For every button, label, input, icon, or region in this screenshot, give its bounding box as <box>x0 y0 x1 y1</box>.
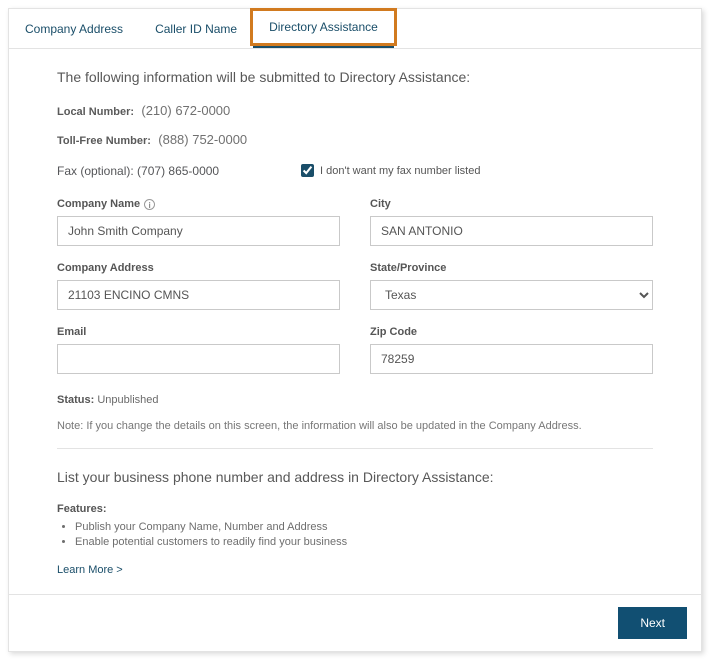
state-select[interactable]: Texas <box>370 280 653 310</box>
local-number-value: (210) 672-0000 <box>141 103 230 118</box>
info-icon[interactable]: i <box>144 199 155 210</box>
tab-directory-assistance-label: Directory Assistance <box>269 20 378 34</box>
fax-row: Fax (optional): (707) 865-0000 I don't w… <box>57 161 653 180</box>
tab-caller-id-name[interactable]: Caller ID Name <box>139 9 253 48</box>
zip-input[interactable] <box>370 344 653 374</box>
state-label: State/Province <box>370 262 446 274</box>
directory-assistance-panel: Company Address Caller ID Name Directory… <box>8 8 702 652</box>
next-button[interactable]: Next <box>618 607 687 639</box>
page-heading: The following information will be submit… <box>57 69 653 85</box>
status-line: Status: Unpublished <box>57 394 653 406</box>
zip-label: Zip Code <box>370 326 417 338</box>
status-label: Status: <box>57 394 94 406</box>
section2-heading: List your business phone number and addr… <box>57 469 653 485</box>
note-text: Note: If you change the details on this … <box>57 420 653 432</box>
fax-privacy-label: I don't want my fax number listed <box>320 165 480 177</box>
local-number-label: Local Number: <box>57 106 134 118</box>
fax-label: Fax (optional): <box>57 164 134 178</box>
features-label: Features: <box>57 503 653 515</box>
feature-item: Publish your Company Name, Number and Ad… <box>75 521 653 533</box>
tab-directory-assistance[interactable]: Directory Assistance <box>253 9 394 48</box>
form-col-left: Company Name i Company Address Email <box>57 198 340 390</box>
email-label: Email <box>57 326 86 338</box>
company-address-label: Company Address <box>57 262 154 274</box>
content-area: The following information will be submit… <box>9 49 701 594</box>
form-grid: Company Name i Company Address Email Cit… <box>57 198 653 390</box>
learn-more-link[interactable]: Learn More > <box>57 564 123 576</box>
email-input[interactable] <box>57 344 340 374</box>
tab-company-address[interactable]: Company Address <box>9 9 139 48</box>
fax-privacy-checkbox[interactable] <box>301 164 314 177</box>
status-value: Unpublished <box>97 394 158 406</box>
local-number-row: Local Number: (210) 672-0000 <box>57 103 653 118</box>
toll-free-row: Toll-Free Number: (888) 752-0000 <box>57 132 653 147</box>
divider <box>57 448 653 449</box>
city-label: City <box>370 198 391 210</box>
fax-value: (707) 865-0000 <box>137 164 219 178</box>
toll-free-value: (888) 752-0000 <box>158 132 247 147</box>
toll-free-label: Toll-Free Number: <box>57 135 151 147</box>
form-col-right: City State/Province Texas Zip Code <box>370 198 653 390</box>
company-address-input[interactable] <box>57 280 340 310</box>
company-name-label: Company Name <box>57 198 140 210</box>
fax-privacy-checkbox-wrap[interactable]: I don't want my fax number listed <box>297 161 480 180</box>
feature-item: Enable potential customers to readily fi… <box>75 536 653 548</box>
city-input[interactable] <box>370 216 653 246</box>
company-name-input[interactable] <box>57 216 340 246</box>
features-list: Publish your Company Name, Number and Ad… <box>75 521 653 548</box>
tab-bar: Company Address Caller ID Name Directory… <box>9 9 701 49</box>
